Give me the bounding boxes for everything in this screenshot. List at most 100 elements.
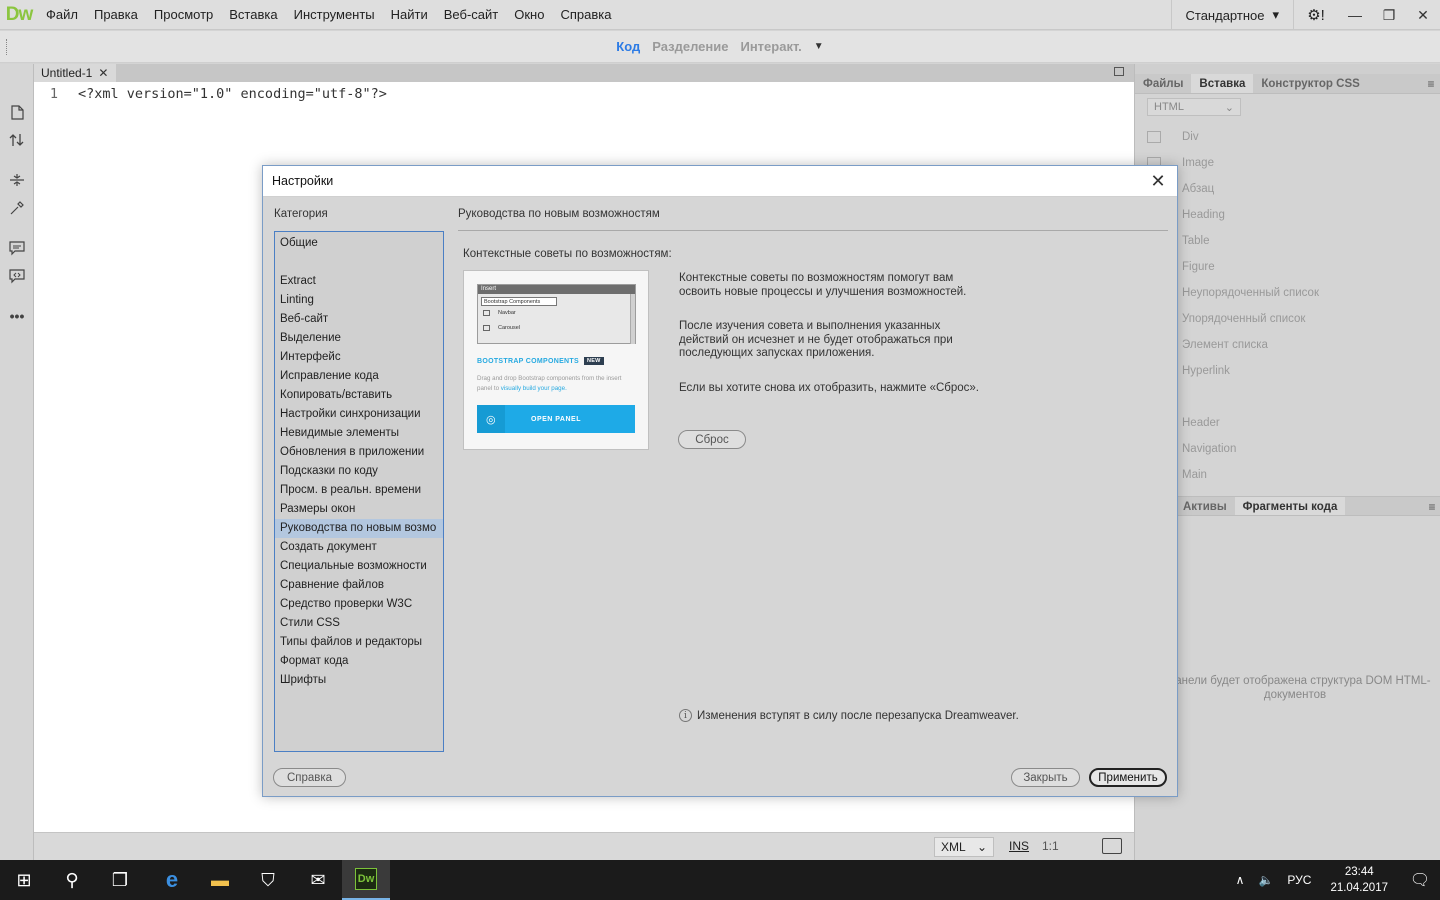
list-item[interactable]: Main <box>1147 462 1427 488</box>
category-item-real-time-preview[interactable]: Просм. в реальн. времени <box>275 481 443 500</box>
gear-icon[interactable]: ⚙! <box>1294 0 1338 30</box>
document-type-select[interactable]: XML ⌄ <box>934 837 994 857</box>
dreamweaver-icon: Dw <box>355 868 377 890</box>
store-icon[interactable]: ⛉ <box>244 860 292 900</box>
category-item-linting[interactable]: Linting <box>275 291 443 310</box>
panel-collapse-strip[interactable] <box>1135 64 1440 74</box>
tab-assets[interactable]: Активы <box>1175 497 1235 515</box>
tray-chevron-icon[interactable]: ∧ <box>1229 873 1252 887</box>
tab-files[interactable]: Файлы <box>1135 74 1191 93</box>
menu-insert[interactable]: Вставка <box>221 0 285 30</box>
document-tab[interactable]: Untitled-1 ✕ <box>34 64 116 82</box>
comment-icon[interactable] <box>7 238 27 258</box>
menu-window[interactable]: Окно <box>506 0 552 30</box>
panel-menu-icon[interactable]: ≡ <box>1422 74 1440 93</box>
tab-css-designer[interactable]: Конструктор CSS <box>1253 74 1367 93</box>
search-icon[interactable]: ⚲ <box>48 860 96 900</box>
view-tab-split[interactable]: Разделение <box>652 39 728 54</box>
list-item[interactable]: Image <box>1147 150 1427 176</box>
menu-edit[interactable]: Правка <box>86 0 146 30</box>
task-view-icon[interactable]: ❐ <box>96 860 144 900</box>
close-icon[interactable]: ✕ <box>98 66 108 80</box>
restore-panel-icon[interactable] <box>1114 67 1124 76</box>
workspace-switcher[interactable]: Стандартное ▾ <box>1170 0 1294 30</box>
clock[interactable]: 23:44 21.04.2017 <box>1318 864 1400 896</box>
menu-help[interactable]: Справка <box>552 0 619 30</box>
mail-icon[interactable]: ✉ <box>294 860 342 900</box>
start-icon[interactable]: ⊞ <box>0 860 48 900</box>
close-icon[interactable]: ✕ <box>1147 170 1169 192</box>
restore-button[interactable]: ❐ <box>1372 0 1406 30</box>
format-code-icon[interactable] <box>7 198 27 218</box>
input-language[interactable]: РУС <box>1280 873 1318 887</box>
notifications-icon[interactable]: 🗨 <box>1400 860 1440 900</box>
tab-insert[interactable]: Вставка <box>1191 74 1254 93</box>
item-label: Image <box>1182 157 1214 169</box>
view-dropdown-icon[interactable]: ▼ <box>814 41 824 52</box>
category-item-css-styles[interactable]: Стили CSS <box>275 614 443 633</box>
view-tab-live[interactable]: Интеракт. <box>740 39 801 54</box>
live-preview-icon[interactable] <box>1102 838 1122 854</box>
list-item[interactable]: Неупорядоченный список <box>1147 280 1427 306</box>
dialog-titlebar[interactable]: Настройки ✕ <box>263 166 1177 197</box>
category-item-in-app-updates[interactable]: Обновления в приложении <box>275 443 443 462</box>
category-item-site[interactable]: Веб-сайт <box>275 310 443 329</box>
menu-view[interactable]: Просмотр <box>146 0 221 30</box>
list-item[interactable]: Элемент списка <box>1147 332 1427 358</box>
menu-find[interactable]: Найти <box>383 0 436 30</box>
close-button[interactable]: Закрыть <box>1011 768 1080 787</box>
category-item-general[interactable]: Общие <box>275 234 443 253</box>
category-item-fonts[interactable]: Шрифты <box>275 671 443 690</box>
category-item-code-hints[interactable]: Подсказки по коду <box>275 462 443 481</box>
category-item-w3c-validator[interactable]: Средство проверки W3C <box>275 595 443 614</box>
category-item-sync-settings[interactable]: Настройки синхронизации <box>275 405 443 424</box>
open-document-icon[interactable] <box>7 102 27 122</box>
insert-mode-toggle[interactable]: INS <box>1009 839 1029 853</box>
category-item-file-compare[interactable]: Сравнение файлов <box>275 576 443 595</box>
snippet-icon[interactable] <box>7 266 27 286</box>
category-item-file-types[interactable]: Типы файлов и редакторы <box>275 633 443 652</box>
category-item-code-format[interactable]: Формат кода <box>275 652 443 671</box>
category-item-interface[interactable]: Интерфейс <box>275 348 443 367</box>
apply-button[interactable]: Применить <box>1089 768 1167 787</box>
more-tools-icon[interactable]: ••• <box>7 306 27 326</box>
panel-menu-icon[interactable]: ≡ <box>1423 497 1440 515</box>
category-item-copy-paste[interactable]: Копировать/вставить <box>275 386 443 405</box>
volume-icon[interactable]: 🔈 <box>1251 873 1280 887</box>
category-item-window-sizes[interactable]: Размеры окон <box>275 500 443 519</box>
view-tab-code[interactable]: Код <box>616 39 640 54</box>
list-item[interactable]: Table <box>1147 228 1427 254</box>
category-item-accessibility[interactable]: Специальные возможности <box>275 557 443 576</box>
list-item[interactable]: Абзац <box>1147 176 1427 202</box>
category-item-code-fix[interactable]: Исправление кода <box>275 367 443 386</box>
expand-collapse-icon[interactable] <box>7 170 27 190</box>
tab-snippets[interactable]: Фрагменты кода <box>1234 497 1346 515</box>
file-explorer-icon[interactable]: ▬ <box>196 860 244 900</box>
close-window-button[interactable]: ✕ <box>1406 0 1440 30</box>
list-item[interactable]: Упорядоченный список <box>1147 306 1427 332</box>
menu-file[interactable]: Файл <box>38 0 86 30</box>
list-item[interactable]: Hyperlink <box>1147 358 1427 384</box>
list-item[interactable]: Div <box>1147 124 1427 150</box>
category-item-new-document[interactable]: Создать документ <box>275 538 443 557</box>
restart-notice-text: Изменения вступят в силу после перезапус… <box>697 709 1019 722</box>
list-item[interactable]: Heading <box>1147 202 1427 228</box>
toolbar-grip[interactable] <box>6 39 8 55</box>
list-item[interactable]: Header <box>1147 410 1427 436</box>
minimize-button[interactable]: — <box>1338 0 1372 30</box>
category-item-highlighting[interactable]: Выделение <box>275 329 443 348</box>
file-transfer-icon[interactable] <box>7 130 27 150</box>
category-item-extract[interactable]: Extract <box>275 272 443 291</box>
insert-category-select[interactable]: HTML ⌄ <box>1147 98 1241 116</box>
help-button[interactable]: Справка <box>273 768 346 787</box>
category-item-invisible-elements[interactable]: Невидимые элементы <box>275 424 443 443</box>
edge-icon[interactable]: e <box>148 860 196 900</box>
reset-button[interactable]: Сброс <box>678 430 746 449</box>
list-item[interactable]: Navigation <box>1147 436 1427 462</box>
menu-tools[interactable]: Инструменты <box>286 0 383 30</box>
menu-site[interactable]: Веб-сайт <box>436 0 506 30</box>
workspace-label: Стандартное <box>1185 7 1265 23</box>
dreamweaver-taskbar-button[interactable]: Dw <box>342 860 390 900</box>
list-item[interactable]: Figure <box>1147 254 1427 280</box>
category-item-new-feature-guides[interactable]: Руководства по новым возмо <box>275 519 443 538</box>
